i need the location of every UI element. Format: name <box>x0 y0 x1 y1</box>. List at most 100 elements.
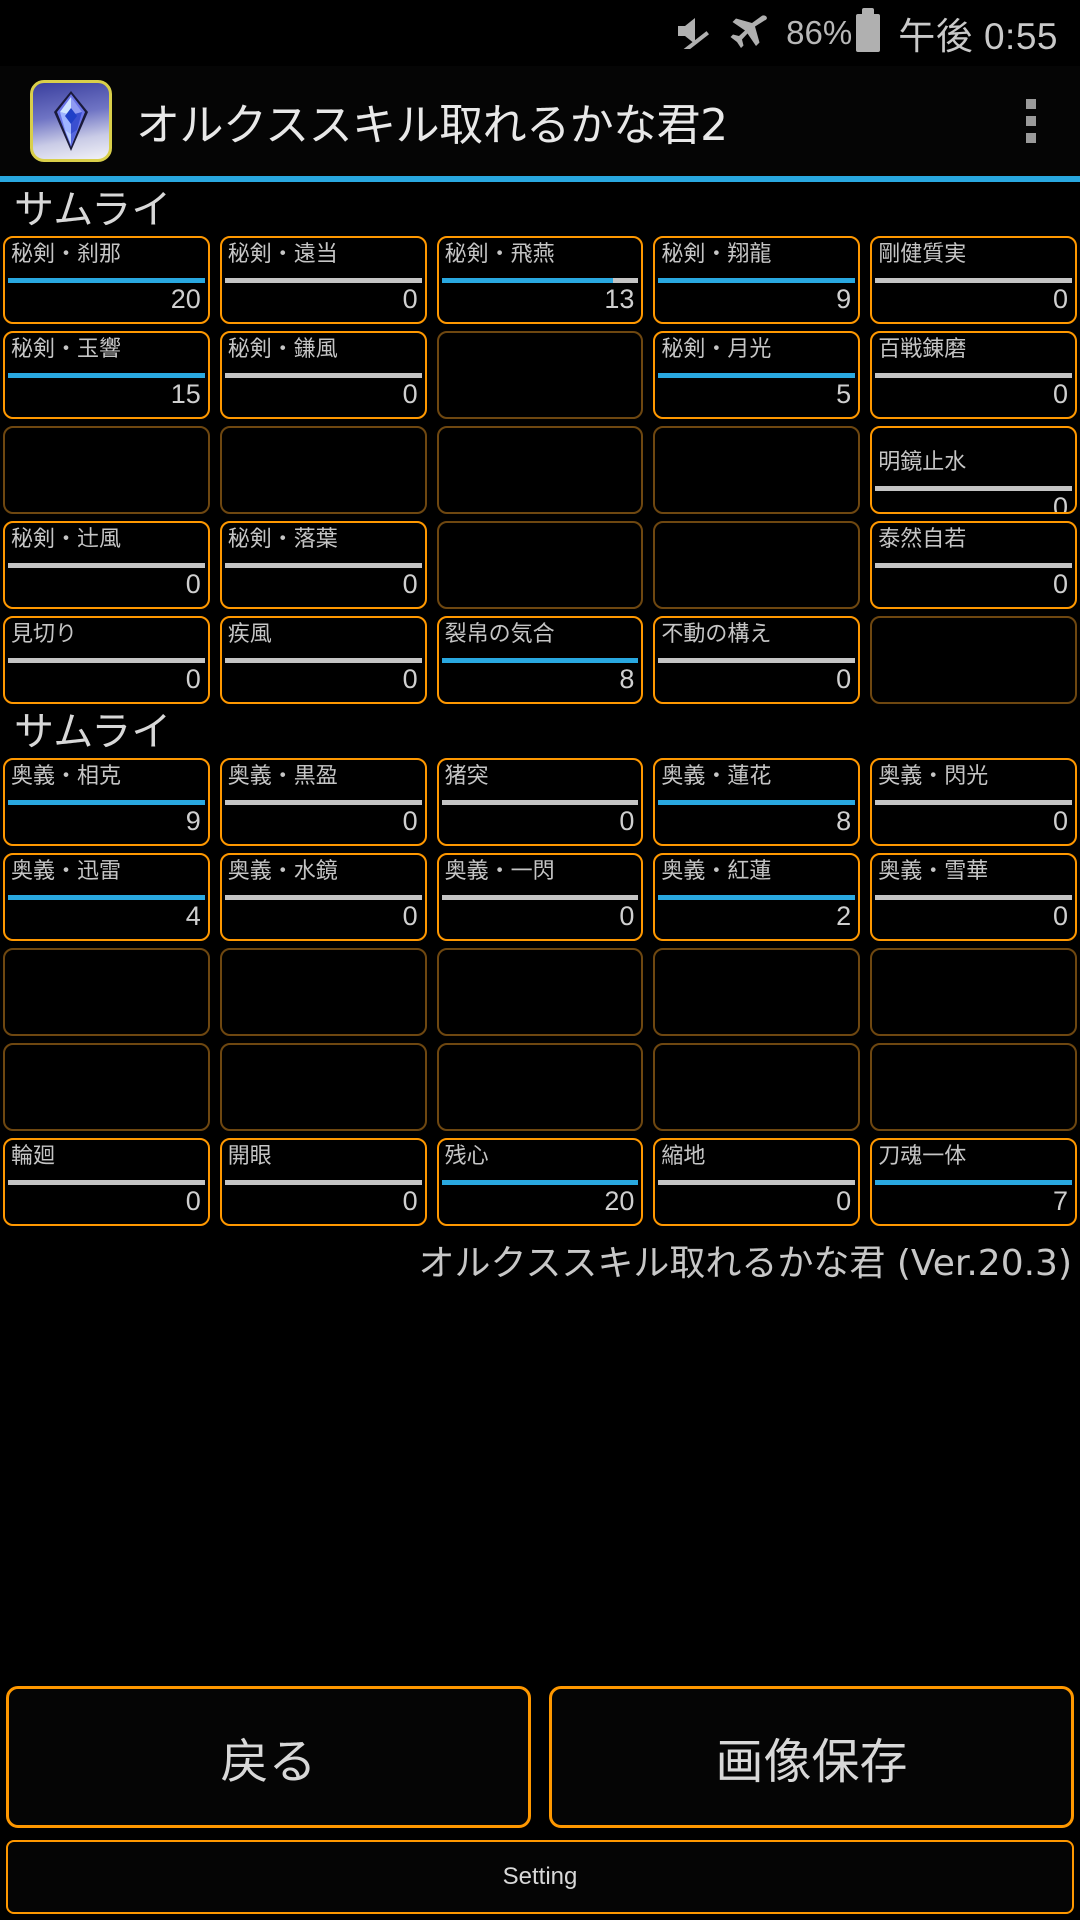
skill-progress-bar <box>8 658 205 663</box>
skill-card-empty[interactable] <box>436 948 644 1036</box>
skill-card-empty[interactable] <box>653 1043 861 1131</box>
skill-card[interactable]: 剛健質実 0 <box>870 236 1077 324</box>
skill-card[interactable]: 奥義・閃光 0 <box>870 758 1077 846</box>
skill-card[interactable]: 秘剣・鎌風 0 <box>219 331 427 419</box>
skill-progress-bar <box>224 658 422 663</box>
skill-progress-bar <box>224 1180 422 1185</box>
skill-card[interactable]: 奥義・雪華 0 <box>870 853 1077 941</box>
skill-name: 秘剣・翔龍 <box>661 242 772 267</box>
airplane-mode-icon <box>728 12 770 54</box>
skill-card-empty[interactable] <box>436 426 644 514</box>
skill-card[interactable]: 裂帛の気合 8 <box>436 616 644 704</box>
skill-card[interactable]: 秘剣・月光 5 <box>653 331 861 419</box>
skill-progress-bar <box>658 278 856 283</box>
skill-value: 0 <box>402 806 418 836</box>
skill-card[interactable]: 秘剣・飛燕 13 <box>436 236 644 324</box>
skill-card[interactable]: 猪突 0 <box>436 758 644 846</box>
skill-card[interactable]: 泰然自若 0 <box>870 521 1077 609</box>
skill-progress-bar <box>8 563 205 568</box>
skill-card-empty[interactable] <box>653 948 861 1036</box>
skill-card[interactable]: 輪廻 0 <box>3 1138 210 1226</box>
skill-card[interactable]: 秘剣・遠当 0 <box>219 236 427 324</box>
skill-card-empty[interactable] <box>436 331 644 419</box>
skill-card[interactable]: 百戦錬磨 0 <box>870 331 1077 419</box>
skill-name: 奥義・相克 <box>11 764 122 789</box>
skill-value: 8 <box>836 806 852 836</box>
skill-progress-fill <box>8 895 205 900</box>
section-title: サムライ <box>14 187 172 233</box>
skill-card-empty[interactable] <box>219 948 427 1036</box>
skill-value: 9 <box>185 806 201 836</box>
skill-card-empty[interactable] <box>870 616 1077 704</box>
skill-value: 13 <box>604 284 635 314</box>
skill-card-empty[interactable] <box>653 521 861 609</box>
skill-card[interactable]: 縮地 0 <box>653 1138 861 1226</box>
skill-value: 0 <box>1052 901 1068 931</box>
version-label: オルクススキル取れるかな君 (Ver.20.3) <box>418 1243 1072 1284</box>
overflow-menu-icon[interactable] <box>1026 99 1036 143</box>
skill-value: 0 <box>619 901 635 931</box>
skill-card-empty[interactable] <box>436 521 644 609</box>
skill-progress-fill <box>658 800 856 805</box>
skill-card[interactable]: 奥義・迅雷 4 <box>3 853 210 941</box>
skill-card[interactable]: 秘剣・翔龍 9 <box>653 236 861 324</box>
skill-card-empty[interactable] <box>3 948 210 1036</box>
battery-percent-label: 86% <box>786 14 853 51</box>
skill-progress-bar <box>8 800 205 805</box>
skill-card[interactable]: 不動の構え 0 <box>653 616 861 704</box>
skill-card[interactable]: 刀魂一体 7 <box>870 1138 1077 1226</box>
skill-progress-bar <box>224 278 422 283</box>
save-image-button[interactable]: 画像保存 <box>549 1686 1074 1828</box>
skill-card-empty[interactable] <box>436 1043 644 1131</box>
skill-card[interactable]: 奥義・一閃 0 <box>436 853 644 941</box>
skill-value: 20 <box>604 1186 635 1216</box>
skill-value: 2 <box>836 901 852 931</box>
skill-name: 刀魂一体 <box>878 1144 967 1169</box>
skill-card[interactable]: 疾風 0 <box>219 616 427 704</box>
skill-card-empty[interactable] <box>870 948 1077 1036</box>
skill-card[interactable]: 奥義・相克 9 <box>3 758 210 846</box>
skill-card[interactable]: 開眼 0 <box>219 1138 427 1226</box>
skill-card[interactable]: 奥義・黒盈 0 <box>219 758 427 846</box>
skill-card-empty[interactable] <box>653 426 861 514</box>
skill-progress-bar <box>875 486 1072 491</box>
skill-progress-bar <box>441 658 639 663</box>
skill-card[interactable]: 秘剣・玉響 15 <box>3 331 210 419</box>
skill-value: 0 <box>1052 569 1068 599</box>
skill-value: 0 <box>402 1186 418 1216</box>
skill-card-empty[interactable] <box>3 1043 210 1131</box>
skill-value: 0 <box>1052 806 1068 836</box>
skill-card[interactable]: 奥義・紅蓮 2 <box>653 853 861 941</box>
skill-value: 20 <box>170 284 201 314</box>
skill-value: 0 <box>402 664 418 694</box>
skill-name: 泰然自若 <box>878 527 967 552</box>
skill-progress-bar <box>875 563 1072 568</box>
skill-progress-fill <box>441 1180 639 1185</box>
skill-card-empty[interactable] <box>219 426 427 514</box>
skill-name: 明鏡止水 <box>878 450 967 475</box>
skill-progress-bar <box>875 373 1072 378</box>
skill-value: 0 <box>402 284 418 314</box>
skill-card[interactable]: 秘剣・辻風 0 <box>3 521 210 609</box>
skill-card[interactable]: 見切り 0 <box>3 616 210 704</box>
primary-button-row: 戻る 画像保存 <box>6 1686 1074 1828</box>
skill-card[interactable]: 秘剣・刹那 20 <box>3 236 210 324</box>
skill-card[interactable]: 秘剣・落葉 0 <box>219 521 427 609</box>
skill-progress-bar <box>224 373 422 378</box>
skill-card[interactable]: 奥義・蓮花 8 <box>653 758 861 846</box>
skill-progress-bar <box>8 1180 205 1185</box>
skill-progress-bar <box>658 373 856 378</box>
skill-card-empty[interactable] <box>219 1043 427 1131</box>
skill-card-empty[interactable] <box>870 1043 1077 1131</box>
skill-card[interactable]: 奥義・水鏡 0 <box>219 853 427 941</box>
skill-value: 0 <box>836 1186 852 1216</box>
skill-progress-fill <box>658 895 856 900</box>
skill-card[interactable]: 残心 20 <box>436 1138 644 1226</box>
skill-progress-bar <box>224 563 422 568</box>
back-button[interactable]: 戻る <box>6 1686 531 1828</box>
setting-button[interactable]: Setting <box>6 1840 1074 1914</box>
skill-card[interactable]: 明鏡止水 0 <box>870 426 1077 514</box>
skill-progress-fill <box>658 373 856 378</box>
skill-value: 0 <box>185 664 201 694</box>
skill-card-empty[interactable] <box>3 426 210 514</box>
